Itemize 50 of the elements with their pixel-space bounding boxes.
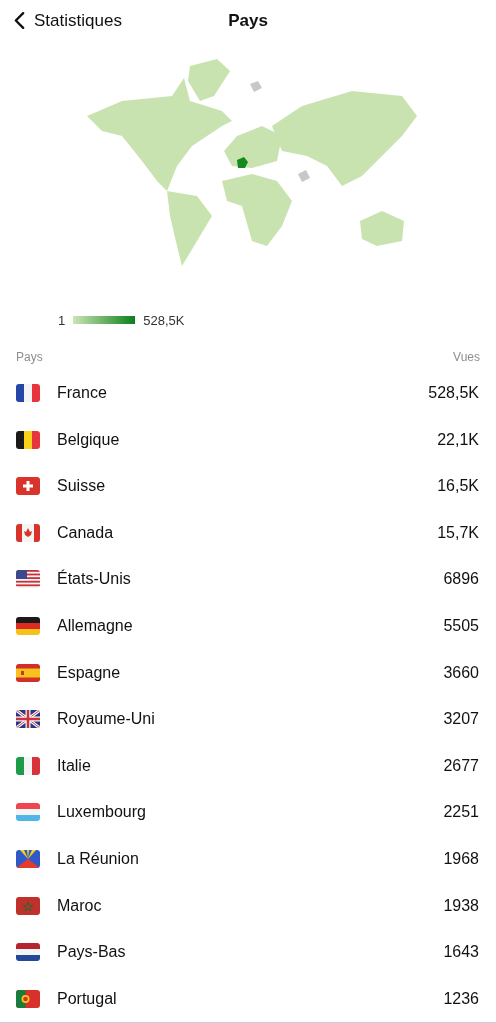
flag-icon	[16, 384, 40, 402]
legend-gradient-bar	[73, 316, 136, 325]
flag-icon	[16, 943, 40, 962]
view-count: 1938	[443, 896, 479, 915]
flag-icon	[16, 477, 40, 496]
screen-title: Pays	[228, 10, 268, 31]
views-column-header: Vues	[453, 349, 480, 364]
view-count: 1236	[443, 989, 479, 1008]
flag-icon	[16, 663, 40, 682]
country-name: Italie	[57, 756, 92, 775]
country-name: La Réunion	[57, 849, 140, 868]
legend-min-label: 1	[58, 312, 66, 328]
flag-icon	[16, 616, 40, 635]
view-count: 1643	[443, 943, 479, 962]
country-name: Canada	[57, 523, 115, 542]
country-name: Espagne	[57, 663, 122, 682]
flag-icon	[16, 756, 40, 775]
view-count: 16,5K	[437, 477, 479, 496]
view-count: 3207	[443, 710, 479, 729]
back-chevron-icon	[14, 11, 25, 31]
country-name: Suisse	[57, 477, 107, 496]
country-name: Portugal	[57, 989, 118, 1008]
flag-icon	[16, 896, 40, 915]
view-count: 6896	[443, 570, 479, 589]
country-name: Maroc	[57, 896, 103, 915]
view-count: 1968	[443, 849, 479, 868]
view-count: 22,1K	[437, 430, 479, 449]
view-count: 2251	[443, 803, 479, 822]
country-name: États-Unis	[57, 570, 132, 589]
flag-icon	[16, 430, 40, 449]
country-name: Allemagne	[57, 616, 134, 635]
country-name: Royaume-Uni	[57, 710, 156, 729]
country-name: Belgique	[57, 430, 121, 449]
back-button[interactable]: Statistiques	[0, 10, 122, 31]
flag-icon	[16, 989, 40, 1008]
flag-icon	[16, 803, 40, 822]
view-count: 2677	[443, 756, 479, 775]
country-name: Pays-Bas	[57, 943, 127, 962]
view-count: 3660	[443, 663, 479, 682]
legend-max-label: 528,5K	[143, 312, 185, 328]
flag-icon	[16, 710, 40, 729]
view-count: 15,7K	[437, 523, 479, 542]
country-column-header: Pays	[16, 349, 43, 364]
flag-icon	[16, 570, 40, 589]
country-name: Luxembourg	[57, 803, 147, 822]
flag-icon	[16, 523, 40, 542]
country-name: France	[57, 384, 108, 402]
view-count: 5505	[443, 616, 479, 635]
flag-icon	[16, 849, 40, 868]
view-count: 528,5K	[428, 384, 479, 402]
